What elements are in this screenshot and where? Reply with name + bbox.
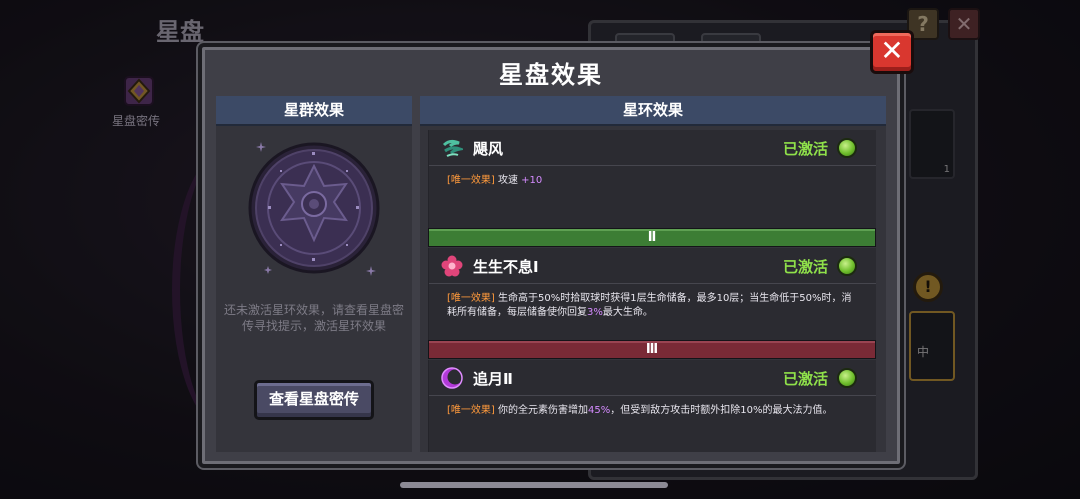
ring-effect-item: 飓风 已激活 [唯一效果] 攻速 +10	[428, 130, 876, 228]
active-indicator-icon	[837, 368, 857, 388]
modal-close-button[interactable]: ✕	[870, 30, 914, 74]
ring-effect-description: [唯一效果] 攻速 +10	[447, 174, 859, 188]
tier-divider-2: Ⅱ	[428, 228, 876, 247]
ring-effect-panel: 星环效果 飓风 已激活 [唯一效果] 攻速 +10 Ⅱ 生生不息Ⅰ 已激活 [唯…	[420, 96, 886, 452]
unique-effect-tag: [唯一效果]	[447, 405, 495, 416]
ring-effect-description: [唯一效果] 生命高于50%时拾取球时获得1层生命储备，最多10层；当生命低于5…	[447, 292, 859, 320]
constellation-effect-panel: 星群效果 还未激活星环效果，请查看星盘密传寻找提示，激活星环效果 查看星盘密传	[216, 96, 412, 452]
modal-title: 星盘效果	[499, 61, 603, 89]
whirlwind-icon	[442, 139, 463, 157]
ring-effect-header-row: 追月Ⅱ 已激活	[429, 360, 876, 396]
crescent-moon-icon	[441, 367, 463, 389]
effect-text: 你的全元素伤害增加	[494, 405, 588, 416]
ring-effect-item: 追月Ⅱ 已激活 [唯一效果] 你的全元素伤害增加45%，但受到敌方攻击时额外扣除…	[428, 360, 876, 452]
tier-divider-3: Ⅲ	[428, 340, 876, 359]
constellation-disc-icon	[248, 142, 380, 274]
ring-effect-item: 生生不息Ⅰ 已激活 [唯一效果] 生命高于50%时拾取球时获得1层生命储备，最多…	[428, 248, 876, 340]
ring-effect-name: 追月Ⅱ	[473, 370, 513, 388]
sparkle-icon	[256, 142, 266, 152]
effect-highlight: 3%	[587, 307, 603, 318]
ring-effect-name: 生生不息Ⅰ	[473, 258, 539, 276]
active-indicator-icon	[837, 256, 857, 276]
effect-text-tail: ，但受到敌方攻击时额外扣除10%的最大法力值。	[610, 405, 833, 416]
sparkle-icon	[366, 266, 376, 276]
constellation-hint-text: 还未激活星环效果，请查看星盘密传寻找提示，激活星环效果	[223, 303, 404, 333]
ring-effect-status: 已激活	[783, 258, 829, 276]
effect-highlight: 45%	[588, 405, 611, 416]
ring-effect-status: 已激活	[783, 140, 829, 158]
ring-effect-header-row: 生生不息Ⅰ 已激活	[429, 248, 876, 284]
ring-effect-header-row: 飓风 已激活	[429, 130, 876, 166]
flower-icon	[441, 255, 463, 277]
sparkle-icon	[264, 266, 272, 274]
home-indicator[interactable]	[400, 482, 668, 488]
unique-effect-tag: [唯一效果]	[447, 293, 495, 304]
effect-highlight: +10	[521, 175, 543, 186]
ring-effect-status: 已激活	[783, 370, 829, 388]
ring-effect-list[interactable]: 飓风 已激活 [唯一效果] 攻速 +10 Ⅱ 生生不息Ⅰ 已激活 [唯一效果] …	[428, 130, 876, 452]
effect-text-tail: 最大生命。	[602, 307, 653, 318]
active-indicator-icon	[837, 138, 857, 158]
effect-text: 攻速	[494, 175, 522, 186]
view-star-disc-lore-button[interactable]: 查看星盘密传	[254, 380, 374, 420]
ring-effect-description: [唯一效果] 你的全元素伤害增加45%，但受到敌方攻击时额外扣除10%的最大法力…	[447, 404, 859, 418]
ring-effect-header: 星环效果	[420, 96, 886, 126]
unique-effect-tag: [唯一效果]	[447, 175, 495, 186]
constellation-effect-header: 星群效果	[216, 96, 412, 126]
ring-effect-name: 飓风	[473, 140, 504, 158]
